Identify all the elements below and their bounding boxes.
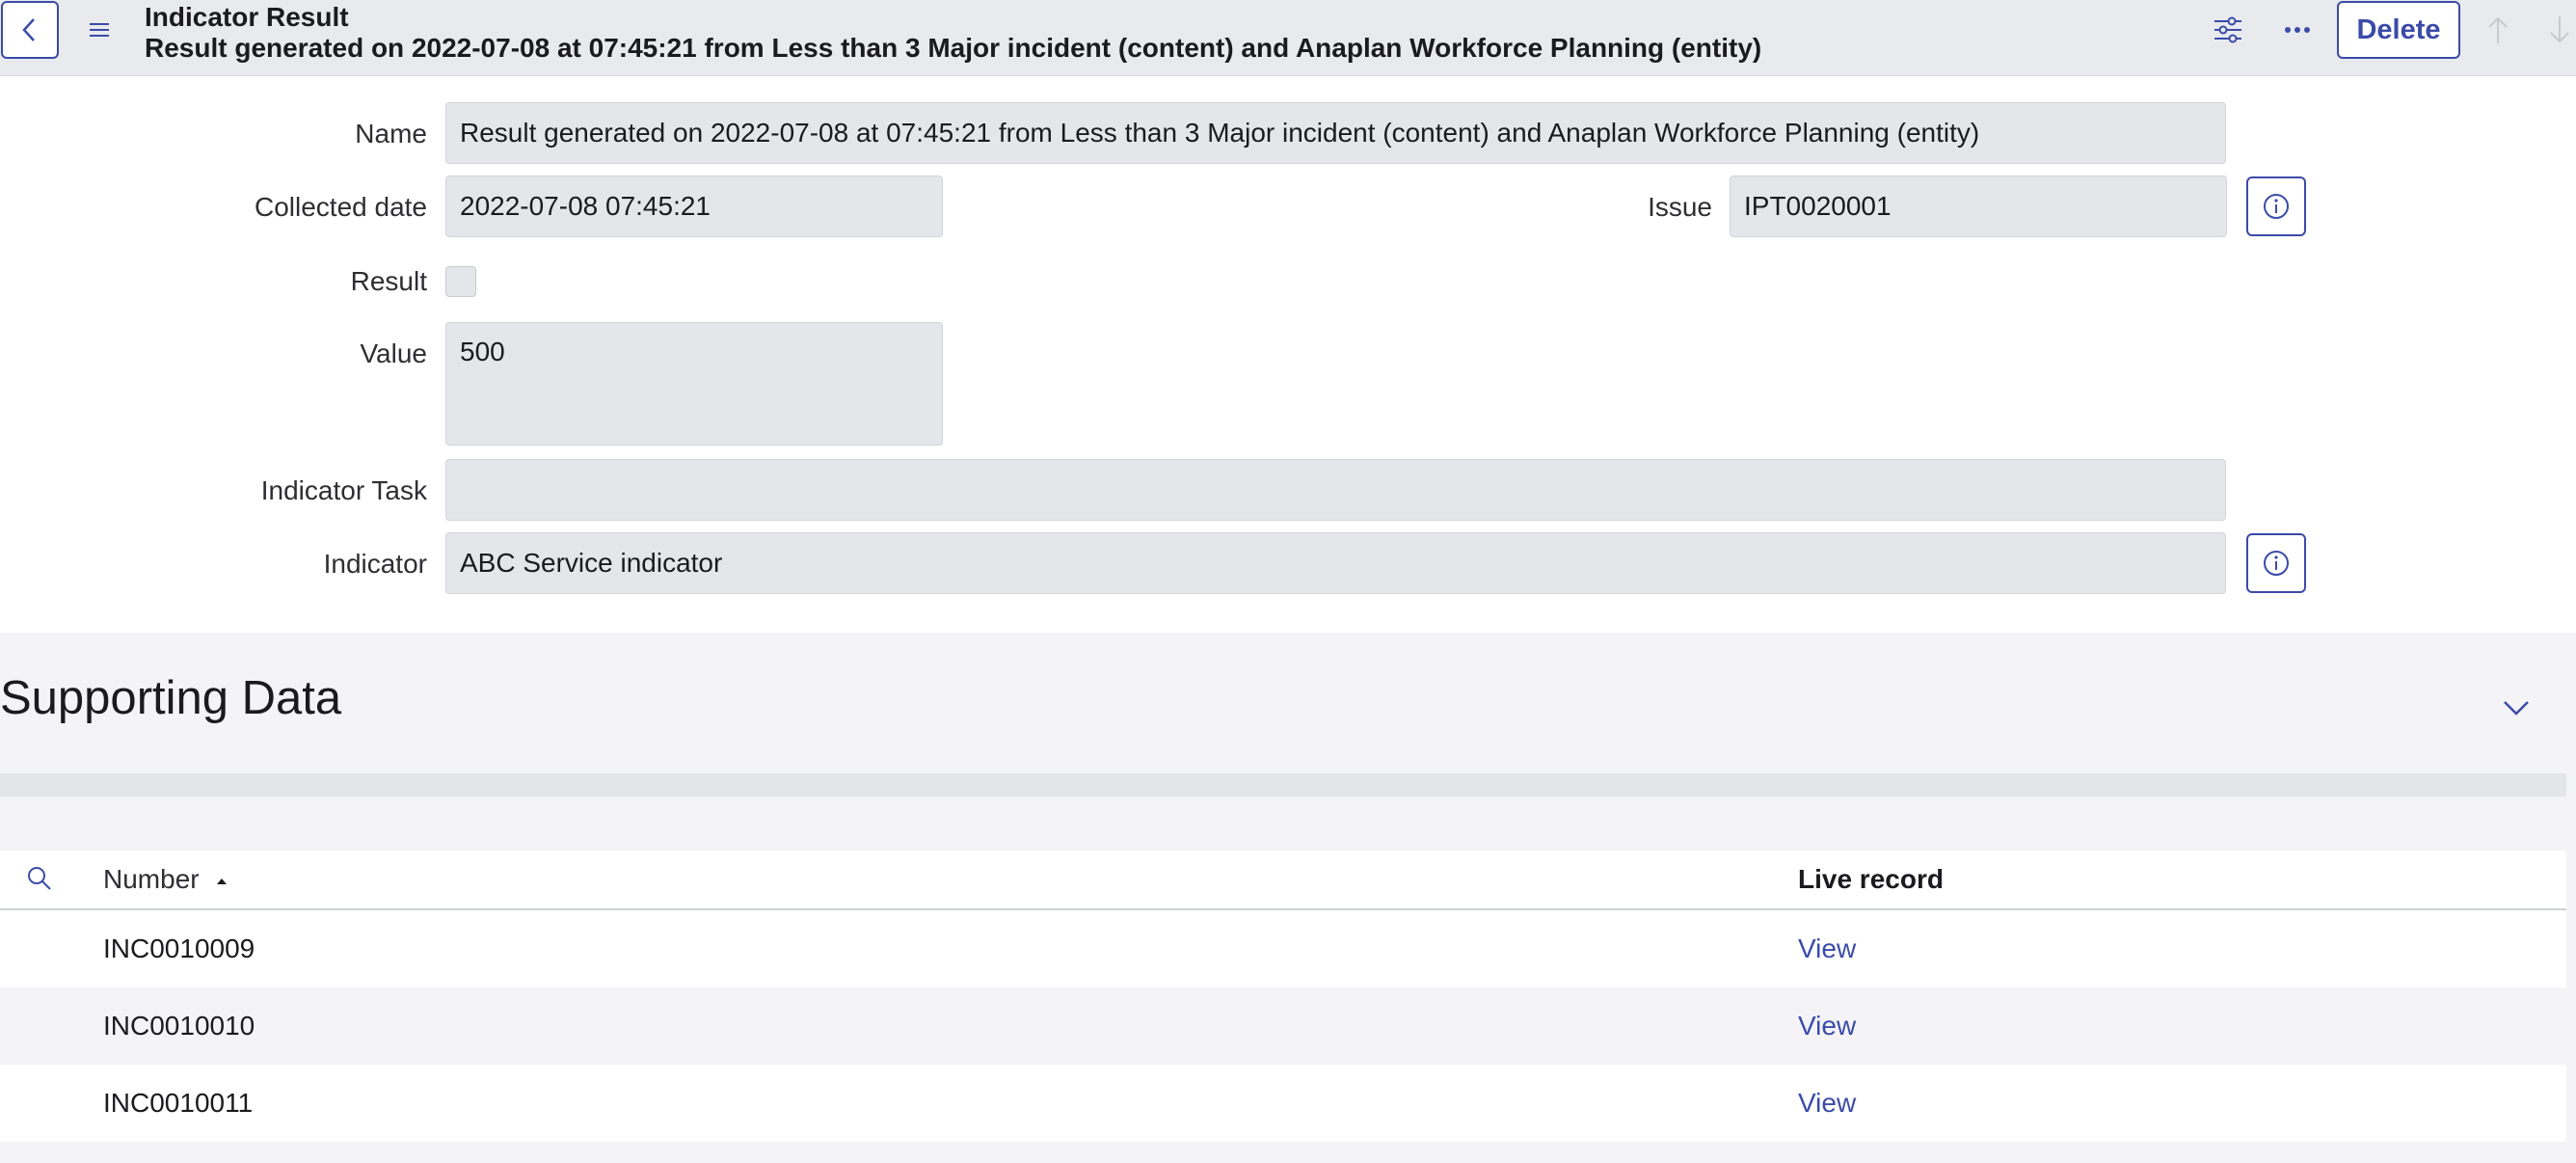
indicator-label: Indicator <box>323 549 427 579</box>
collapse-chevron-down-icon[interactable] <box>2497 689 2536 727</box>
indicator-task-field[interactable] <box>445 459 2226 521</box>
column-header-number-label: Number <box>103 864 200 894</box>
table-header-row: Number Live record <box>0 851 2566 910</box>
issue-field[interactable]: IPT0020001 <box>1730 176 2227 237</box>
collected-date-field[interactable]: 2022-07-08 07:45:21 <box>445 176 943 237</box>
indicator-field[interactable]: ABC Service indicator <box>445 532 2226 594</box>
supporting-data-table: Number Live record INC0010009 View INC00… <box>0 851 2566 1142</box>
value-field[interactable]: 500 <box>445 322 943 446</box>
previous-record-icon[interactable] <box>2482 14 2514 46</box>
table-row: INC0010010 View <box>0 987 2566 1065</box>
value-label: Value <box>360 338 427 368</box>
result-checkbox[interactable] <box>445 266 476 297</box>
page-subtitle: Result generated on 2022-07-08 at 07:45:… <box>145 33 1762 63</box>
row-number: INC0010010 <box>103 1011 255 1041</box>
section-divider-band <box>0 773 2566 797</box>
column-header-live-record[interactable]: Live record <box>1798 864 1944 895</box>
table-row: INC0010011 View <box>0 1065 2566 1142</box>
title-block: Indicator Result Result generated on 202… <box>145 2 1761 64</box>
next-record-icon[interactable] <box>2545 14 2574 46</box>
column-header-number[interactable]: Number <box>103 864 229 895</box>
section-title: Supporting Data <box>0 672 342 724</box>
view-link[interactable]: View <box>1798 1011 1856 1041</box>
name-label: Name <box>355 119 427 149</box>
page-title: Indicator Result <box>145 2 349 32</box>
table-row: INC0010009 View <box>0 910 2566 987</box>
indicator-task-label: Indicator Task <box>260 475 427 505</box>
back-icon <box>22 18 35 41</box>
search-icon[interactable] <box>25 864 54 898</box>
record-header: Indicator Result Result generated on 202… <box>0 0 2576 76</box>
row-number: INC0010011 <box>103 1088 254 1118</box>
collected-date-label: Collected date <box>254 192 427 222</box>
issue-label: Issue <box>1648 192 1712 222</box>
row-number: INC0010009 <box>103 933 255 963</box>
result-label: Result <box>350 266 427 296</box>
delete-button[interactable]: Delete <box>2337 1 2460 59</box>
more-options-icon[interactable] <box>2281 14 2314 46</box>
form-settings-icon[interactable] <box>2212 14 2244 46</box>
sort-ascending-icon <box>217 878 228 884</box>
back-button[interactable] <box>1 1 59 59</box>
view-link[interactable]: View <box>1798 933 1856 964</box>
view-link[interactable]: View <box>1798 1088 1856 1119</box>
info-icon <box>2264 194 2289 219</box>
name-field[interactable]: Result generated on 2022-07-08 at 07:45:… <box>445 102 2226 164</box>
indicator-info-button[interactable] <box>2246 533 2306 593</box>
issue-info-button[interactable] <box>2246 176 2306 236</box>
info-icon <box>2264 551 2289 576</box>
supporting-data-section: Supporting Data Number Live record INC00… <box>0 633 2576 1163</box>
hamburger-menu-icon[interactable] <box>87 17 112 42</box>
